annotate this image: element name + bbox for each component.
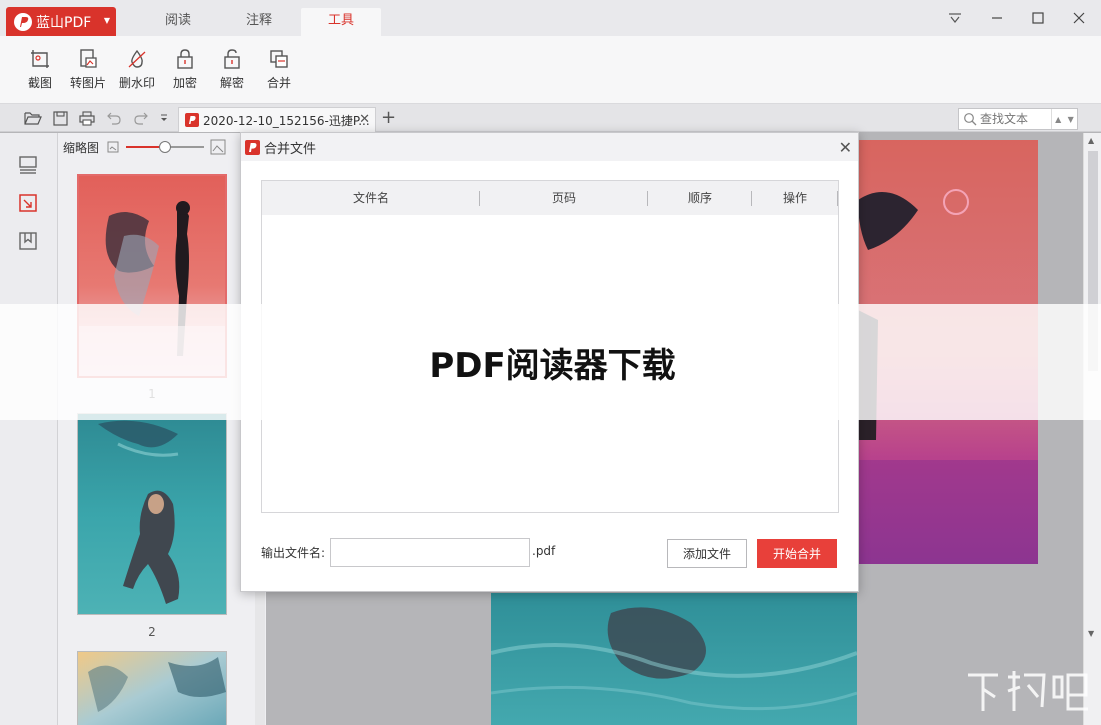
tab-read[interactable]: 阅读 bbox=[138, 8, 218, 36]
column-header-order: 顺序 bbox=[648, 181, 752, 215]
close-tab-icon[interactable]: ✕ bbox=[359, 112, 370, 127]
bookmark-icon[interactable] bbox=[16, 229, 40, 253]
undo-icon[interactable] bbox=[104, 109, 124, 127]
search-icon bbox=[964, 113, 977, 126]
table-header: 文件名 页码 顺序 操作 bbox=[262, 181, 838, 215]
page-2-view bbox=[491, 593, 857, 725]
zoom-in-icon[interactable] bbox=[210, 139, 226, 155]
remove-watermark-tool-button[interactable]: 删水印 bbox=[113, 48, 161, 91]
redo-icon[interactable] bbox=[131, 109, 151, 127]
minimize-icon[interactable] bbox=[980, 6, 1014, 30]
main-scrollbar[interactable]: ▲ ▼ bbox=[1083, 133, 1101, 725]
tool-label: 转图片 bbox=[69, 76, 106, 90]
merge-icon bbox=[270, 50, 288, 68]
page-3-image bbox=[78, 652, 226, 725]
quick-access-dropdown[interactable] bbox=[154, 109, 174, 127]
thumbnail-panel: 缩略图 1 bbox=[58, 133, 266, 725]
tool-label: 合并 bbox=[266, 76, 291, 90]
search-nav-arrows[interactable]: ▲ ▼ bbox=[1051, 109, 1077, 129]
tool-label: 截图 bbox=[27, 76, 52, 90]
column-header-pages: 页码 bbox=[480, 181, 648, 215]
pdf-file-icon bbox=[185, 113, 199, 127]
search-input[interactable] bbox=[980, 112, 1060, 126]
output-filename-label: 输出文件名: bbox=[261, 546, 326, 560]
to-image-tool-button[interactable]: 转图片 bbox=[64, 48, 112, 91]
ribbon: 截图 转图片 删水印 加密 解密 合并 bbox=[0, 36, 1101, 104]
site-watermark-logo bbox=[968, 671, 1088, 711]
lock-icon bbox=[177, 49, 193, 69]
thumbnail-header: 缩略图 bbox=[58, 133, 266, 161]
watermark-banner: PDF阅读器下载 bbox=[0, 304, 1101, 420]
slider-knob[interactable] bbox=[159, 141, 171, 153]
close-icon[interactable] bbox=[1062, 6, 1096, 30]
outline-icon[interactable] bbox=[16, 153, 40, 177]
tab-tools[interactable]: 工具 bbox=[301, 8, 381, 36]
thumbnail-zoom-slider[interactable] bbox=[126, 141, 204, 153]
encrypt-tool-button[interactable]: 加密 bbox=[161, 48, 209, 91]
column-header-filename: 文件名 bbox=[262, 181, 480, 215]
watermark-text: PDF阅读器下载 bbox=[429, 345, 676, 386]
document-tab-title: 2020-12-10_152156-迅捷P... bbox=[203, 113, 370, 128]
document-tab[interactable]: 2020-12-10_152156-迅捷P... ✕ bbox=[178, 107, 376, 132]
unlock-icon bbox=[224, 49, 240, 69]
tool-label: 解密 bbox=[219, 76, 244, 90]
dialog-title: 合并文件 bbox=[264, 141, 317, 157]
thumbnail-page-2[interactable] bbox=[77, 413, 227, 615]
scroll-up-icon[interactable]: ▲ bbox=[1088, 136, 1094, 145]
tool-label: 加密 bbox=[172, 76, 197, 90]
print-icon[interactable] bbox=[77, 109, 97, 127]
app-menu-button[interactable]: 蓝山PDF ▼ bbox=[6, 7, 116, 36]
tool-label: 删水印 bbox=[118, 76, 155, 90]
left-sidebar bbox=[0, 133, 58, 725]
zoom-out-icon[interactable] bbox=[107, 141, 119, 153]
dialog-header: 合并文件 ✕ bbox=[241, 133, 858, 161]
chevron-down-icon: ▼ bbox=[103, 16, 110, 25]
logo-icon bbox=[14, 12, 32, 31]
thumbnail-icon[interactable] bbox=[16, 191, 40, 215]
app-name: 蓝山PDF bbox=[36, 14, 92, 31]
decrypt-tool-button[interactable]: 解密 bbox=[208, 48, 256, 91]
save-icon[interactable] bbox=[50, 109, 70, 127]
merge-tool-button[interactable]: 合并 bbox=[255, 48, 303, 91]
page-2-image bbox=[78, 414, 226, 614]
dialog-close-icon[interactable]: ✕ bbox=[839, 138, 852, 157]
output-filename-input[interactable] bbox=[330, 538, 530, 567]
start-merge-button[interactable]: 开始合并 bbox=[757, 539, 837, 568]
output-extension: .pdf bbox=[532, 544, 556, 558]
open-icon[interactable] bbox=[23, 109, 43, 127]
screenshot-tool-button[interactable]: 截图 bbox=[16, 48, 64, 91]
maximize-icon[interactable] bbox=[1021, 6, 1055, 30]
remove-watermark-icon bbox=[128, 49, 146, 68]
to-image-icon bbox=[80, 49, 97, 68]
new-tab-icon[interactable]: + bbox=[381, 107, 396, 128]
screenshot-icon bbox=[31, 50, 49, 68]
thumbnail-page-number: 2 bbox=[148, 625, 156, 639]
document-toolbar: 2020-12-10_152156-迅捷P... ✕ + ▲▼ bbox=[0, 104, 1101, 132]
column-header-action: 操作 bbox=[752, 181, 838, 215]
menu-icon[interactable] bbox=[938, 6, 972, 30]
search-box[interactable]: ▲▼ bbox=[958, 108, 1078, 130]
title-bar: 蓝山PDF ▼ 阅读 注释 工具 bbox=[0, 0, 1101, 36]
add-file-button[interactable]: 添加文件 bbox=[667, 539, 747, 568]
thumbnail-page-3[interactable] bbox=[77, 651, 227, 725]
thumbnail-label: 缩略图 bbox=[63, 140, 100, 155]
pdf-file-icon bbox=[245, 139, 260, 155]
scroll-down-icon[interactable]: ▼ bbox=[1088, 629, 1094, 638]
tab-annotate[interactable]: 注释 bbox=[219, 8, 299, 36]
